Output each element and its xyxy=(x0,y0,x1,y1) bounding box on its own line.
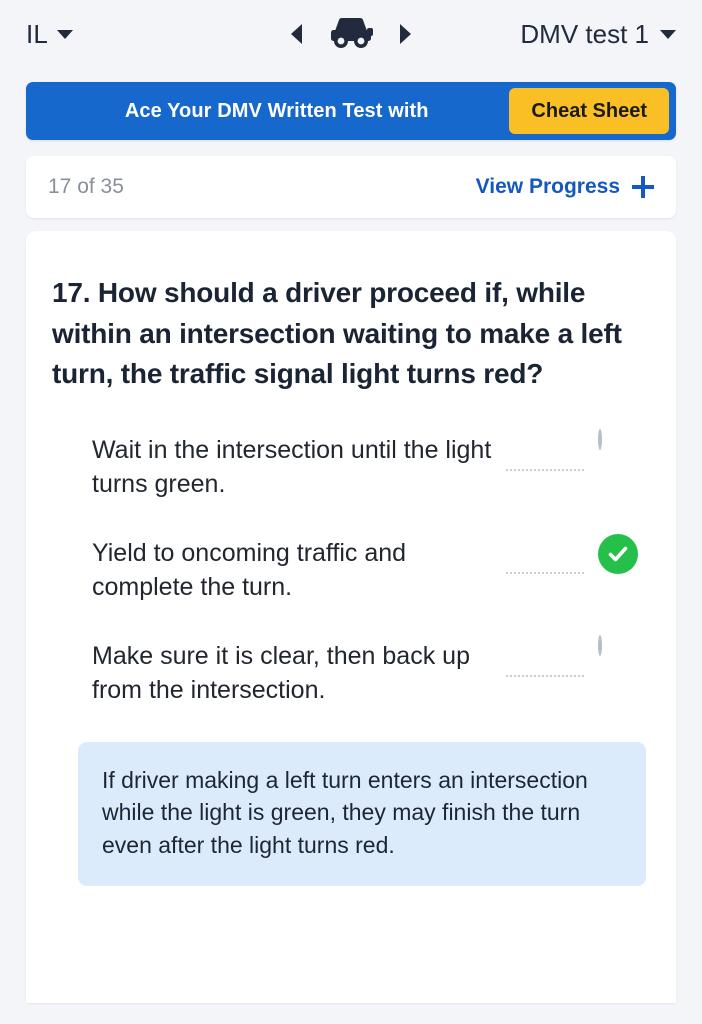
triangle-right-icon[interactable] xyxy=(400,24,411,44)
test-name-label: DMV test 1 xyxy=(520,18,649,49)
chevron-down-icon xyxy=(660,29,676,39)
view-progress-label: View Progress xyxy=(475,175,620,198)
question-card: 17. How should a driver proceed if, whil… xyxy=(26,231,676,1003)
car-icon[interactable] xyxy=(324,15,378,54)
view-progress-button[interactable]: View Progress xyxy=(476,175,654,199)
option-label: Wait in the intersection until the light… xyxy=(92,435,492,499)
list-item[interactable]: Wait in the intersection until the light… xyxy=(92,428,638,502)
plus-icon xyxy=(632,176,654,198)
list-item[interactable]: Yield to oncoming traffic and complete t… xyxy=(92,533,638,605)
promo-text: Ace Your DMV Written Test with xyxy=(124,99,429,122)
list-item[interactable]: Make sure it is clear, then back up from… xyxy=(92,634,638,708)
question-text: 17. How should a driver proceed if, whil… xyxy=(52,277,622,390)
option-label: Yield to oncoming traffic and complete t… xyxy=(92,538,407,602)
answer-options: Wait in the intersection until the light… xyxy=(50,428,652,708)
state-selector[interactable]: IL xyxy=(26,18,74,50)
option-label: Make sure it is clear, then back up from… xyxy=(92,641,470,705)
explanation-text: If driver making a left turn enters an i… xyxy=(102,766,588,859)
chevron-down-icon xyxy=(57,29,74,39)
state-label: IL xyxy=(26,18,49,49)
test-selector[interactable]: DMV test 1 xyxy=(520,19,676,50)
radio-empty-icon[interactable] xyxy=(598,428,638,471)
leader-dots xyxy=(506,548,584,574)
leader-dots xyxy=(506,445,584,471)
explanation-box: If driver making a left turn enters an i… xyxy=(78,741,646,886)
triangle-left-icon[interactable] xyxy=(291,24,302,44)
promo-banner[interactable]: Ace Your DMV Written Test with Cheat She… xyxy=(26,82,676,140)
top-bar: IL DMV test 1 xyxy=(0,0,702,68)
cheat-sheet-button[interactable]: Cheat Sheet xyxy=(509,88,669,134)
radio-empty-icon[interactable] xyxy=(598,634,638,677)
question-counter: 17 of 35 xyxy=(48,175,124,198)
vehicle-type-nav xyxy=(291,15,411,54)
check-circle-icon[interactable] xyxy=(598,533,638,574)
progress-bar: 17 of 35 View Progress xyxy=(26,156,676,218)
leader-dots xyxy=(506,651,584,677)
